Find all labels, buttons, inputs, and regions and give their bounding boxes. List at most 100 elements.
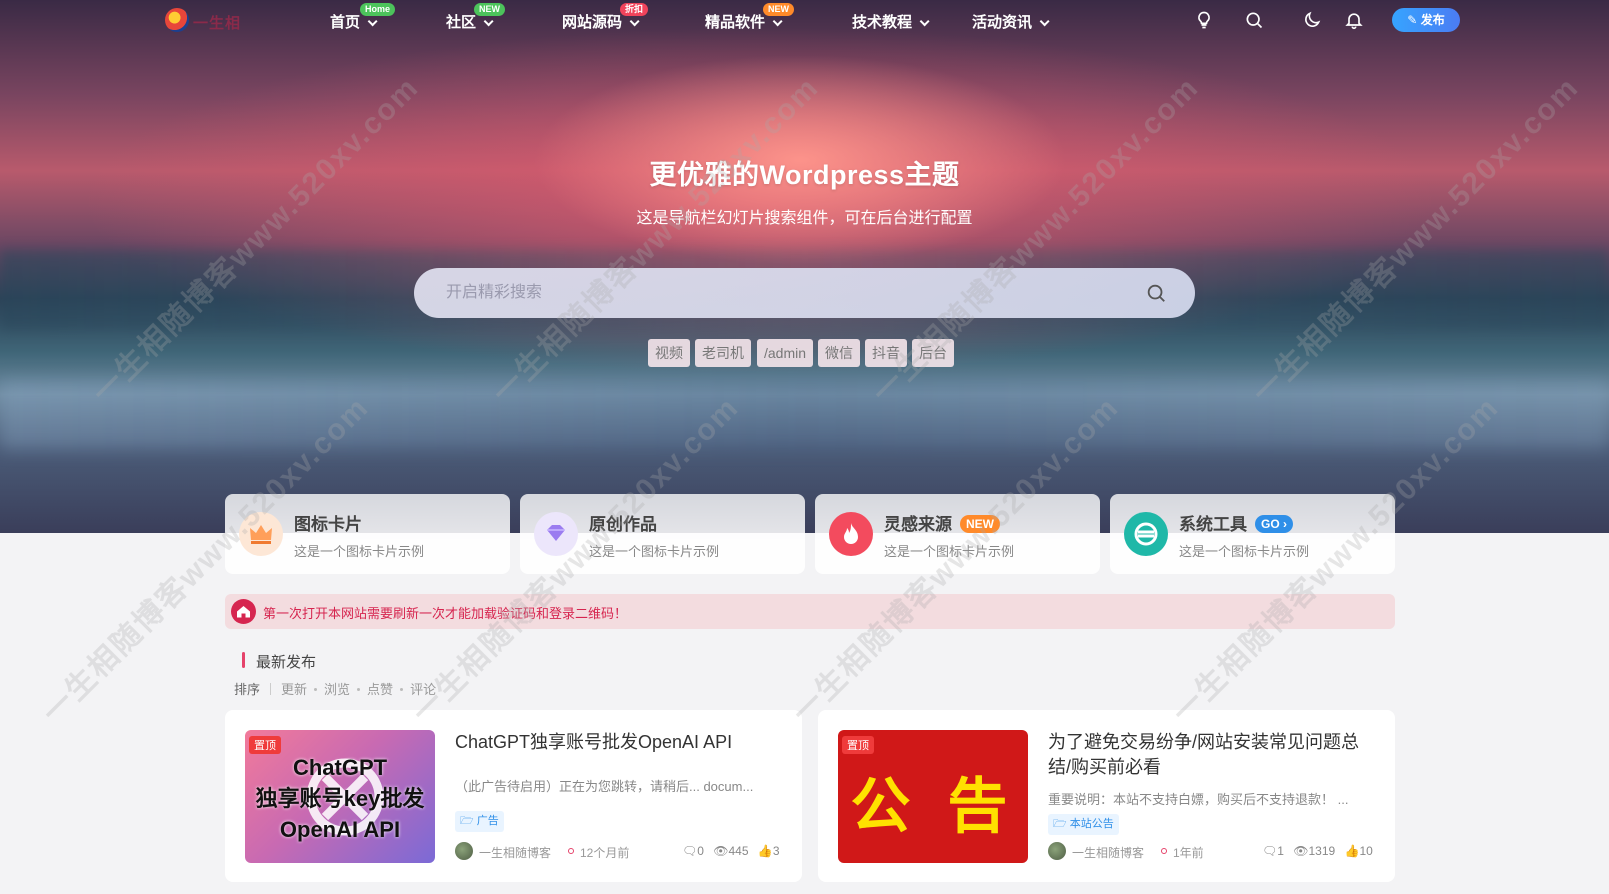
post-category[interactable]: 🗁 本站公告: [1048, 814, 1119, 835]
sort-option-comments[interactable]: 评论: [410, 682, 436, 697]
dot-separator: [314, 688, 318, 691]
nav-item-software[interactable]: 精品软件 NEW: [705, 3, 794, 31]
gem-icon: [534, 512, 578, 556]
post-thumbnail[interactable]: 置顶 ChatGPT 独享账号key批发 OpenAI API: [245, 730, 435, 863]
dot-separator: [400, 688, 404, 691]
nav-item-label: 网站源码: [562, 14, 623, 31]
post-title[interactable]: 为了避免交易纷争/网站安装常见问题总结/购买前必看: [1048, 730, 1378, 780]
chevron-down-icon: [1039, 16, 1050, 27]
nav-item-label: 技术教程: [852, 14, 913, 31]
go-badge-label: GO: [1261, 517, 1280, 531]
comment-icon: 🗨: [682, 844, 698, 858]
sort-option-update[interactable]: 更新: [281, 682, 307, 697]
hot-tag[interactable]: /admin: [757, 339, 814, 367]
hot-tag[interactable]: 后台: [912, 339, 954, 367]
post-thumbnail[interactable]: 置顶 公 告: [838, 730, 1028, 863]
sort-option-views[interactable]: 浏览: [324, 682, 350, 697]
search-icon[interactable]: [1145, 282, 1167, 304]
notice-text: 第一次打开本网站需要刷新一次才能加载验证码和登录二维码！: [263, 606, 628, 621]
nav-item-label: 社区: [446, 14, 477, 31]
chevron-right-icon: ›: [1283, 517, 1288, 531]
category-label: 广告: [476, 815, 499, 827]
folder-icon: 🗁: [1053, 818, 1067, 830]
lightbulb-icon[interactable]: [1194, 10, 1216, 32]
post-stats: 🗨1 👁1319 👍10: [1262, 844, 1373, 858]
post-card[interactable]: 置顶 ChatGPT 独享账号key批发 OpenAI API ChatGPT独…: [225, 710, 802, 882]
sort-bar: 排序 更新 浏览 点赞 评论: [234, 679, 436, 698]
author-name[interactable]: 一生相随博客: [1072, 844, 1144, 861]
author-name[interactable]: 一生相随博客: [479, 844, 551, 861]
icon-card-2[interactable]: 原创作品 这是一个图标卡片示例: [520, 494, 805, 574]
bell-icon[interactable]: [1344, 10, 1366, 32]
card-title: 灵感来源 NEW: [884, 510, 1000, 535]
hero-search-box: [414, 268, 1195, 318]
nav-item-label: 精品软件: [705, 14, 766, 31]
like-count: 3: [772, 844, 780, 858]
nav-item-home[interactable]: 首页 Home: [330, 3, 396, 31]
thumbnail-text: 独享账号key批发: [255, 786, 425, 811]
nav-item-label: 活动资讯: [972, 14, 1033, 31]
nav-badge: Home: [360, 3, 396, 16]
dot-separator: [357, 688, 361, 691]
card-title-text: 灵感来源: [884, 515, 952, 534]
post-category[interactable]: 🗁 广告: [455, 811, 504, 832]
moon-icon[interactable]: [1302, 10, 1324, 32]
site-logo[interactable]: 一生相: [165, 8, 245, 34]
chevron-down-icon: [772, 16, 783, 27]
post-card[interactable]: 置顶 公 告 为了避免交易纷争/网站安装常见问题总结/购买前必看 重要说明：本站…: [818, 710, 1395, 882]
hero-cloud-band: [0, 380, 1609, 450]
nav-item-news[interactable]: 活动资讯: [972, 11, 1050, 31]
section-accent-bar: [242, 652, 245, 668]
publish-button[interactable]: ✎ 发布: [1392, 8, 1460, 32]
view-count: 1319: [1308, 844, 1336, 858]
hero-banner: [0, 0, 1609, 533]
hot-tag[interactable]: 抖音: [865, 339, 907, 367]
view-count: 445: [728, 844, 749, 858]
nav-badge: 折扣: [620, 3, 649, 16]
post-excerpt: 重要说明：本站不支持白嫖，购买后不支持退款！ ...: [1048, 792, 1349, 807]
card-desc: 这是一个图标卡片示例: [589, 544, 720, 559]
card-desc: 这是一个图标卡片示例: [884, 544, 1015, 559]
chevron-down-icon: [483, 16, 494, 27]
comment-count: 1: [1277, 844, 1284, 858]
go-badge[interactable]: GO ›: [1255, 515, 1294, 533]
logo-mark-icon: [165, 8, 189, 32]
eye-icon: 👁: [713, 844, 729, 858]
thumbnail-text: 公 告: [850, 772, 1016, 842]
icon-card-4[interactable]: 系统工具 GO › 这是一个图标卡片示例: [1110, 494, 1395, 574]
sort-option-likes[interactable]: 点赞: [367, 682, 393, 697]
thumbs-up-icon: 👍: [757, 844, 773, 858]
nav-badge: NEW: [474, 3, 505, 16]
card-desc: 这是一个图标卡片示例: [294, 544, 425, 559]
thumbs-up-icon: 👍: [1344, 844, 1360, 858]
nav-badge: NEW: [763, 3, 794, 16]
chevron-down-icon: [367, 16, 378, 27]
sort-label: 排序: [234, 682, 261, 697]
nav-item-source[interactable]: 网站源码 折扣: [562, 3, 649, 31]
hot-tag[interactable]: 视频: [648, 339, 690, 367]
card-title: 原创作品: [589, 515, 657, 534]
chevron-down-icon: [919, 16, 930, 27]
hot-tag[interactable]: 微信: [818, 339, 860, 367]
avatar[interactable]: [1048, 842, 1066, 860]
card-title: 系统工具 GO ›: [1179, 510, 1294, 535]
dot-separator: [568, 848, 574, 854]
dot-separator: [1161, 848, 1167, 854]
tool-icon: [1124, 512, 1168, 556]
avatar[interactable]: [455, 842, 473, 860]
nav-item-tutorials[interactable]: 技术教程: [852, 11, 930, 31]
thumbnail-text: ChatGPT: [292, 755, 388, 780]
post-title[interactable]: ChatGPT独享账号批发OpenAI API: [455, 730, 785, 755]
nav-item-label: 首页: [330, 14, 361, 31]
card-title-text: 系统工具: [1179, 515, 1247, 534]
nav-item-community[interactable]: 社区 NEW: [446, 3, 505, 31]
icon-card-1[interactable]: 图标卡片 这是一个图标卡片示例: [225, 494, 510, 574]
search-icon[interactable]: [1244, 10, 1266, 32]
top-navbar: 一生相 首页 Home 社区 NEW 网站源码 折扣 精品软件 NEW 技术教程…: [0, 0, 1609, 40]
eye-icon: 👁: [1293, 844, 1309, 858]
hero-title: 更优雅的Wordpress主题: [649, 160, 960, 190]
pinned-badge: 置顶: [249, 736, 281, 754]
search-input[interactable]: [446, 281, 1106, 305]
icon-card-3[interactable]: 灵感来源 NEW 这是一个图标卡片示例: [815, 494, 1100, 574]
hot-tag[interactable]: 老司机: [695, 339, 751, 367]
